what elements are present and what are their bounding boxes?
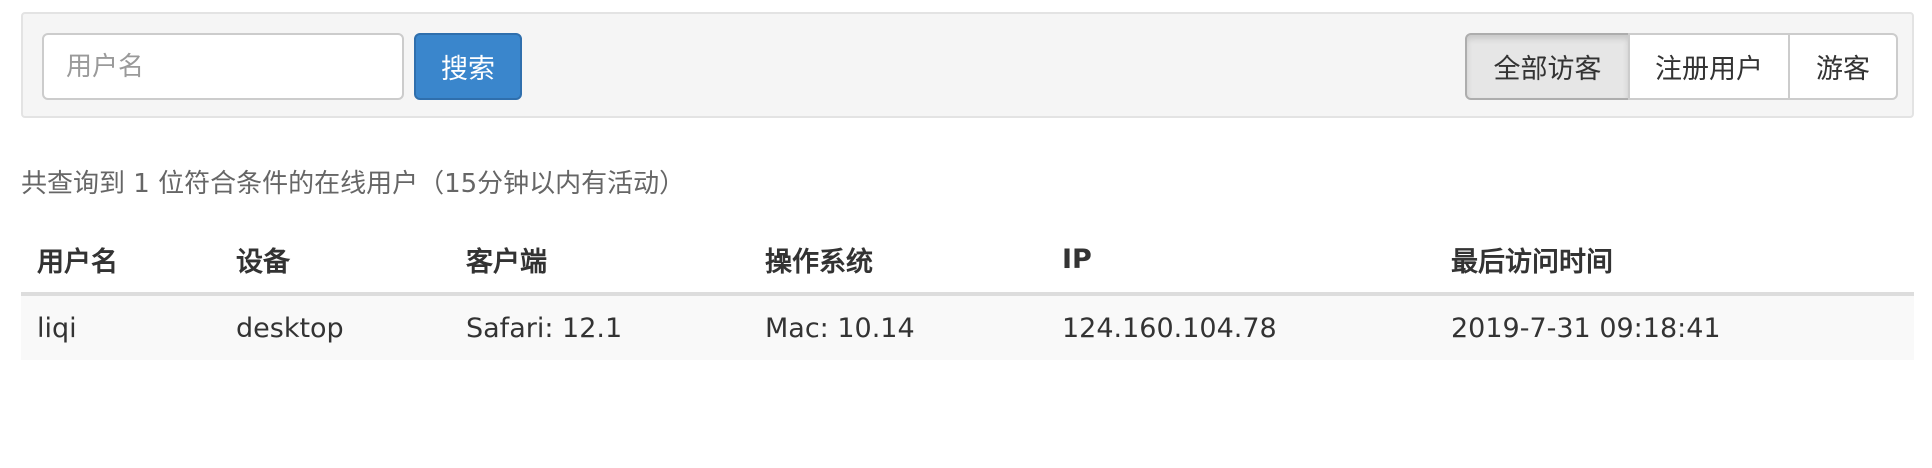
column-header-ip: IP bbox=[1062, 243, 1092, 275]
cell-client: Safari: 12.1 bbox=[466, 312, 623, 344]
filter-toolbar: 搜索 全部访客 注册用户 游客 bbox=[21, 12, 1914, 118]
cell-device: desktop bbox=[236, 312, 344, 344]
filter-all-visitors-button[interactable]: 全部访客 bbox=[1465, 33, 1630, 100]
search-button[interactable]: 搜索 bbox=[414, 33, 522, 100]
cell-last-visit: 2019-7-31 09:18:41 bbox=[1451, 312, 1721, 344]
filter-registered-users-button[interactable]: 注册用户 bbox=[1628, 33, 1790, 100]
table-row: liqi desktop Safari: 12.1 Mac: 10.14 124… bbox=[21, 296, 1914, 360]
visitor-filter-group: 全部访客 注册用户 游客 bbox=[1465, 33, 1898, 100]
cell-username: liqi bbox=[37, 312, 77, 344]
table-body: liqi desktop Safari: 12.1 Mac: 10.14 124… bbox=[21, 296, 1914, 360]
table-header-row: 用户名 设备 客户端 操作系统 IP 最后访问时间 bbox=[21, 226, 1914, 296]
column-header-client: 客户端 bbox=[466, 246, 547, 278]
online-users-page: 搜索 全部访客 注册用户 游客 共查询到 1 位符合条件的在线用户（15分钟以内… bbox=[0, 0, 1932, 468]
column-header-username: 用户名 bbox=[37, 246, 118, 278]
cell-os: Mac: 10.14 bbox=[765, 312, 915, 344]
column-header-os: 操作系统 bbox=[765, 246, 873, 278]
result-summary: 共查询到 1 位符合条件的在线用户（15分钟以内有活动） bbox=[21, 169, 686, 199]
online-users-table: 用户名 设备 客户端 操作系统 IP 最后访问时间 liqi desktop S… bbox=[21, 226, 1914, 360]
column-header-device: 设备 bbox=[236, 246, 290, 278]
cell-ip: 124.160.104.78 bbox=[1062, 312, 1277, 344]
username-search-input[interactable] bbox=[42, 33, 404, 100]
filter-guests-button[interactable]: 游客 bbox=[1788, 33, 1898, 100]
column-header-last-visit: 最后访问时间 bbox=[1451, 246, 1613, 278]
